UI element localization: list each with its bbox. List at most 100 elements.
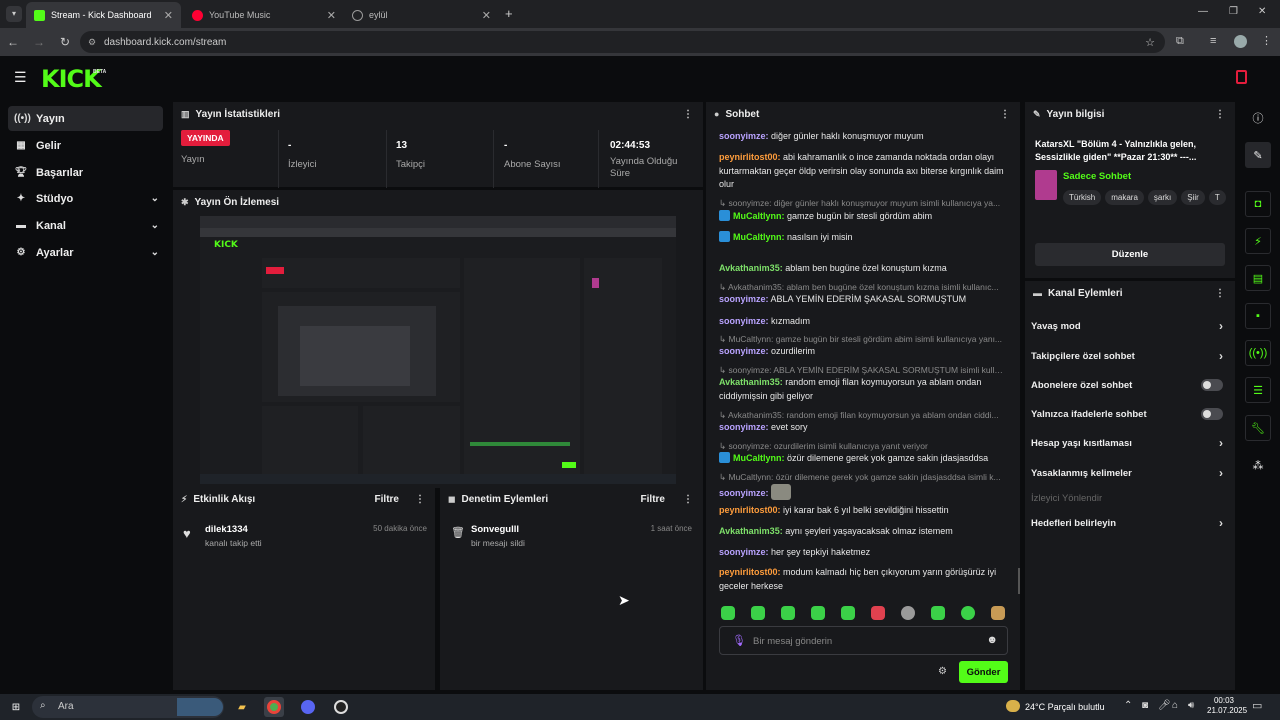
toggle-switch[interactable] — [1201, 379, 1223, 391]
chat-settings-icon[interactable]: ⚙ — [938, 666, 947, 677]
toggle-switch[interactable] — [1201, 408, 1223, 420]
chat-message[interactable]: soonyimze: ozurdilerim — [719, 345, 1005, 359]
site-info-icon[interactable]: ⚙ — [88, 37, 96, 48]
wrench-icon[interactable]: 🔧︎ — [1245, 415, 1271, 441]
weather-text[interactable]: 24°C Parçalı bulutlu — [1025, 702, 1105, 712]
activity-user[interactable]: dilek1334 — [205, 524, 248, 535]
minimize-button[interactable]: — — [1198, 6, 1208, 17]
chat-message[interactable]: Avkathanim35: ablam ben bugüne özel konu… — [719, 262, 1005, 276]
camera-icon[interactable]: ◘ — [1245, 191, 1271, 217]
emote-icon[interactable] — [721, 606, 735, 620]
chat-message[interactable]: peynirlitost00: iyi karar bak 6 yıl belk… — [719, 504, 1005, 518]
discord-icon[interactable] — [298, 697, 318, 717]
tray-camera-icon[interactable]: ◙ — [1142, 700, 1148, 711]
tab-eylul[interactable]: eylül ✕ — [344, 2, 499, 28]
volume-icon[interactable]: 🔊︎ — [1188, 700, 1194, 711]
kick-logo[interactable]: KICK — [41, 65, 102, 93]
microphone-icon[interactable]: 🎙︎ — [732, 634, 746, 647]
tab-list-icon[interactable]: ▾ — [6, 6, 22, 22]
tag-chip[interactable]: T — [1208, 190, 1226, 205]
action-slow-mode[interactable]: Yavaş mod › — [1031, 316, 1227, 336]
action-followers-only[interactable]: Takipçilere özel sohbet › — [1031, 346, 1227, 366]
chat-message[interactable]: soonyimze: kızmadım — [719, 315, 1005, 329]
broadcast-icon[interactable]: ((•)) — [1245, 340, 1271, 366]
action-emotes-only[interactable]: Yalnızca ifadelerle sohbet — [1031, 404, 1227, 424]
chat-bubble-icon[interactable]: ▪ — [1245, 303, 1271, 329]
nav-item-gelir[interactable]: ▦ Gelir — [8, 133, 163, 158]
url-field[interactable]: ⚙ dashboard.kick.com/stream ☆ — [80, 31, 1165, 53]
profile-avatar[interactable] — [1234, 35, 1247, 48]
more-options-icon[interactable]: ⋮ — [1215, 109, 1225, 120]
clipboard-icon[interactable]: ▤ — [1245, 265, 1271, 291]
chat-message[interactable]: soonyimze: — [719, 484, 1005, 501]
notification-icon[interactable] — [1236, 70, 1247, 84]
filter-button[interactable]: Filtre — [375, 494, 399, 505]
tag-chip[interactable]: şarkı — [1147, 190, 1178, 205]
chat-message[interactable]: peynirlitost00: modum kalmadı hiç ben çı… — [719, 566, 1005, 593]
action-account-age[interactable]: Hesap yaşı kısıtlaması › — [1031, 433, 1227, 453]
edit-pencil-icon[interactable]: ✎ — [1245, 142, 1271, 168]
tray-mic-icon[interactable]: 🎤︎ — [1158, 700, 1171, 711]
more-options-icon[interactable]: ⋮ — [1000, 109, 1010, 120]
share-nodes-icon[interactable]: ⁂ — [1245, 452, 1271, 478]
maximize-button[interactable]: ❐ — [1229, 6, 1238, 17]
taskbar-clock[interactable]: 00:03 21.07.2025 — [1207, 696, 1247, 716]
edit-button[interactable]: Düzenle — [1035, 243, 1225, 266]
emote-icon[interactable] — [811, 606, 825, 620]
tag-chip[interactable]: makara — [1105, 190, 1144, 205]
category-name[interactable]: Sadece Sohbet — [1063, 171, 1131, 182]
nav-item-studyo[interactable]: ✦ Stüdyo ⌄ — [8, 186, 163, 211]
emote-icon[interactable] — [961, 606, 975, 620]
action-banned-words[interactable]: Yasaklanmış kelimeler › — [1031, 463, 1227, 483]
close-icon[interactable]: ✕ — [164, 9, 173, 22]
chat-message[interactable]: Avkathanim35: random emoji filan koymuyo… — [719, 376, 1005, 403]
media-icon[interactable]: ≡ — [1210, 35, 1216, 47]
moderation-user[interactable]: Sonvegulll — [471, 524, 519, 535]
obs-icon[interactable] — [331, 697, 351, 717]
chat-message[interactable]: soonyimze: her şey tepkiyi haketmez — [719, 546, 1005, 560]
network-icon[interactable]: ⌂ — [1172, 700, 1178, 711]
bookmark-star-icon[interactable]: ☆ — [1145, 36, 1155, 49]
action-goals[interactable]: Hedefleri belirleyin › — [1031, 513, 1227, 533]
reload-icon[interactable]: ↻ — [52, 35, 78, 49]
nav-item-kanal[interactable]: ▬ Kanal ⌄ — [8, 213, 163, 238]
layout-icon[interactable]: ☰ — [1245, 377, 1271, 403]
nav-item-ayarlar[interactable]: ⚙ Ayarlar ⌄ — [8, 240, 163, 265]
emote-icon[interactable] — [751, 606, 765, 620]
extensions-icon[interactable]: ⧉ — [1176, 35, 1184, 48]
taskbar-search[interactable]: ⌕ Ara — [32, 696, 224, 718]
emote-icon[interactable] — [991, 606, 1005, 620]
preview-video[interactable]: KICK — [200, 216, 676, 484]
chat-input[interactable]: 🎙︎ Bir mesaj gönderin ☻ — [719, 626, 1008, 655]
tag-chip[interactable]: Türkish — [1063, 190, 1102, 205]
emote-icon[interactable] — [871, 606, 885, 620]
emote-icon[interactable] — [781, 606, 795, 620]
notification-center-icon[interactable]: ▭ — [1252, 699, 1262, 712]
action-subscribers-only[interactable]: Abonelere özel sohbet — [1031, 375, 1227, 395]
chat-message[interactable]: MuCaltlynn: nasılsın iyi misin — [719, 231, 1005, 245]
browser-menu-icon[interactable]: ⋮ — [1261, 34, 1272, 47]
tab-youtube-music[interactable]: YouTube Music ✕ — [184, 2, 344, 28]
more-options-icon[interactable]: ⋮ — [415, 494, 425, 505]
file-explorer-icon[interactable]: ▰ — [232, 697, 252, 717]
chat-message[interactable]: Avkathanim35: aynı şeyleri yaşayacaksak … — [719, 525, 1005, 539]
nav-item-yayin[interactable]: ((•)) Yayın — [8, 106, 163, 131]
emote-icon[interactable] — [931, 606, 945, 620]
tray-chevron-icon[interactable]: ⌃ — [1124, 700, 1132, 711]
chat-message[interactable]: MuCaltlynn: gamze bugün bir stesli gördü… — [719, 210, 1005, 224]
close-window-button[interactable]: ✕ — [1258, 6, 1266, 17]
chat-scrollbar[interactable] — [1018, 568, 1020, 594]
hamburger-menu-icon[interactable]: ☰ — [14, 69, 27, 86]
windows-start-icon[interactable]: ⊞ — [6, 697, 26, 717]
send-button[interactable]: Gönder — [959, 661, 1008, 683]
emote-icon[interactable] — [901, 606, 915, 620]
emoji-picker-icon[interactable]: ☻ — [986, 634, 998, 646]
filter-button[interactable]: Filtre — [641, 494, 665, 505]
chat-message[interactable]: soonyimze: evet sory — [719, 421, 1005, 435]
chat-message[interactable]: MuCaltlynn: özür dilemene gerek yok gamz… — [719, 452, 1005, 466]
more-options-icon[interactable]: ⋮ — [683, 109, 693, 120]
info-icon[interactable]: ⓘ — [1245, 105, 1271, 131]
back-icon[interactable]: ← — [0, 35, 26, 49]
lightning-icon[interactable]: ⚡︎ — [1245, 228, 1271, 254]
tab-kick[interactable]: Stream - Kick Dashboard ✕ — [26, 2, 181, 28]
